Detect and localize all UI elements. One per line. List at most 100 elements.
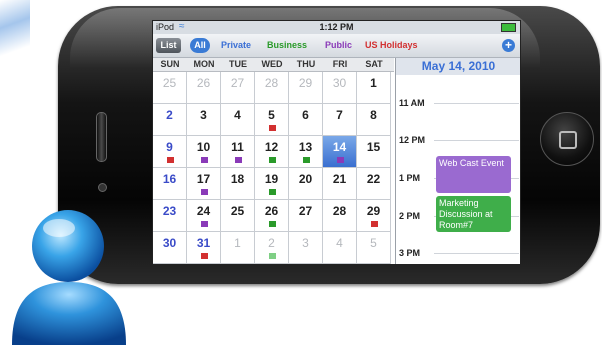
day-cell[interactable]: 4 <box>323 232 357 264</box>
day-number: 27 <box>298 204 313 218</box>
day-cell[interactable]: 29 <box>289 72 323 104</box>
day-cell-selected[interactable]: 14 <box>323 136 357 168</box>
hour-line <box>434 253 519 254</box>
weekday-sat: SAT <box>365 59 383 69</box>
day-number: 21 <box>332 172 347 186</box>
day-number: 23 <box>162 204 177 218</box>
holiday-event-marker <box>167 157 174 163</box>
holiday-event-marker <box>201 253 208 259</box>
day-cell[interactable]: 15 <box>357 136 391 168</box>
day-number: 30 <box>162 236 177 250</box>
weekday-sun: SUN <box>160 59 180 69</box>
public-event-marker <box>337 157 344 163</box>
day-cell[interactable]: 30 <box>153 232 187 264</box>
home-button[interactable] <box>540 112 594 166</box>
day-cell[interactable]: 10 <box>187 136 221 168</box>
day-cell[interactable]: 28 <box>255 72 289 104</box>
day-number: 20 <box>298 172 313 186</box>
day-number: 14 <box>332 140 347 154</box>
day-number: 11 <box>231 140 244 154</box>
filter-public-button[interactable]: Public <box>325 40 352 50</box>
day-number: 19 <box>264 172 279 186</box>
calendar-toolbar: List All Private Business Public US Holi… <box>153 34 520 58</box>
day-number: 17 <box>196 172 211 186</box>
day-cell[interactable]: 8 <box>357 104 391 136</box>
day-number: 25 <box>162 76 177 90</box>
list-button[interactable]: List <box>156 38 181 53</box>
day-cell[interactable]: 6 <box>289 104 323 136</box>
add-event-icon[interactable]: + <box>502 39 515 52</box>
day-number: 30 <box>332 76 347 90</box>
phone-speaker <box>96 112 107 162</box>
day-cell[interactable]: 21 <box>323 168 357 200</box>
day-number: 22 <box>366 172 381 186</box>
public-event-marker <box>201 221 208 227</box>
day-cell[interactable]: 24 <box>187 200 221 232</box>
filter-business-button[interactable]: Business <box>267 40 307 50</box>
day-number: 28 <box>332 204 347 218</box>
phone-camera <box>98 183 107 192</box>
day-cell[interactable]: 29 <box>357 200 391 232</box>
day-number: 8 <box>370 108 377 122</box>
business-event-marker <box>269 253 276 259</box>
day-number: 2 <box>166 108 173 122</box>
day-number: 7 <box>336 108 343 122</box>
day-cell[interactable]: 5 <box>357 232 391 264</box>
day-cell[interactable]: 27 <box>221 72 255 104</box>
hour-label: 1 PM <box>399 173 421 183</box>
hour-label: 3 PM <box>399 248 421 258</box>
day-cell[interactable]: 2 <box>153 104 187 136</box>
day-number: 31 <box>196 236 211 250</box>
day-cell[interactable]: 7 <box>323 104 357 136</box>
filter-private-button[interactable]: Private <box>221 40 251 50</box>
day-cell[interactable]: 25 <box>221 200 255 232</box>
weekday-tue: TUE <box>229 59 247 69</box>
day-cell[interactable]: 1 <box>221 232 255 264</box>
day-number: 1 <box>234 236 241 250</box>
day-cell[interactable]: 5 <box>255 104 289 136</box>
day-number: 12 <box>264 140 279 154</box>
day-cell[interactable]: 22 <box>357 168 391 200</box>
business-event-marker <box>269 189 276 195</box>
filter-holidays-button[interactable]: US Holidays <box>365 40 418 50</box>
day-cell[interactable]: 28 <box>323 200 357 232</box>
day-cell[interactable]: 2 <box>255 232 289 264</box>
user-avatar-icon <box>12 210 126 345</box>
day-cell[interactable]: 1 <box>357 72 391 104</box>
day-cell[interactable]: 3 <box>187 104 221 136</box>
day-cell[interactable]: 30 <box>323 72 357 104</box>
hour-line <box>434 140 519 141</box>
day-cell[interactable]: 17 <box>187 168 221 200</box>
day-cell[interactable]: 13 <box>289 136 323 168</box>
day-number: 1 <box>370 76 377 90</box>
day-cell[interactable]: 12 <box>255 136 289 168</box>
day-cell[interactable]: 20 <box>289 168 323 200</box>
public-event-marker <box>235 157 242 163</box>
day-cell[interactable]: 4 <box>221 104 255 136</box>
day-cell[interactable]: 11 <box>221 136 255 168</box>
day-cell[interactable]: 23 <box>153 200 187 232</box>
day-number: 2 <box>268 236 275 250</box>
day-number: 29 <box>366 204 381 218</box>
day-view-date: May 14, 2010 <box>396 58 520 75</box>
day-cell[interactable]: 27 <box>289 200 323 232</box>
day-cell[interactable]: 26 <box>187 72 221 104</box>
day-cell[interactable]: 31 <box>187 232 221 264</box>
status-clock: 1:12 PM <box>319 22 354 32</box>
filter-all-button[interactable]: All <box>190 38 210 53</box>
battery-icon <box>501 23 516 32</box>
hour-line <box>434 103 519 104</box>
day-cell[interactable]: 25 <box>153 72 187 104</box>
day-number: 26 <box>196 76 211 90</box>
weekday-fri: FRI <box>332 59 348 69</box>
day-cell[interactable]: 3 <box>289 232 323 264</box>
day-number: 10 <box>196 140 211 154</box>
event-marketing-discussion[interactable]: Marketing Discussion at Room#7 <box>436 196 511 232</box>
day-cell[interactable]: 16 <box>153 168 187 200</box>
day-cell[interactable]: 26 <box>255 200 289 232</box>
day-cell[interactable]: 9 <box>153 136 187 168</box>
day-number: 6 <box>302 108 309 122</box>
event-web-cast[interactable]: Web Cast Event <box>436 156 511 193</box>
day-cell[interactable]: 19 <box>255 168 289 200</box>
day-cell[interactable]: 18 <box>221 168 255 200</box>
